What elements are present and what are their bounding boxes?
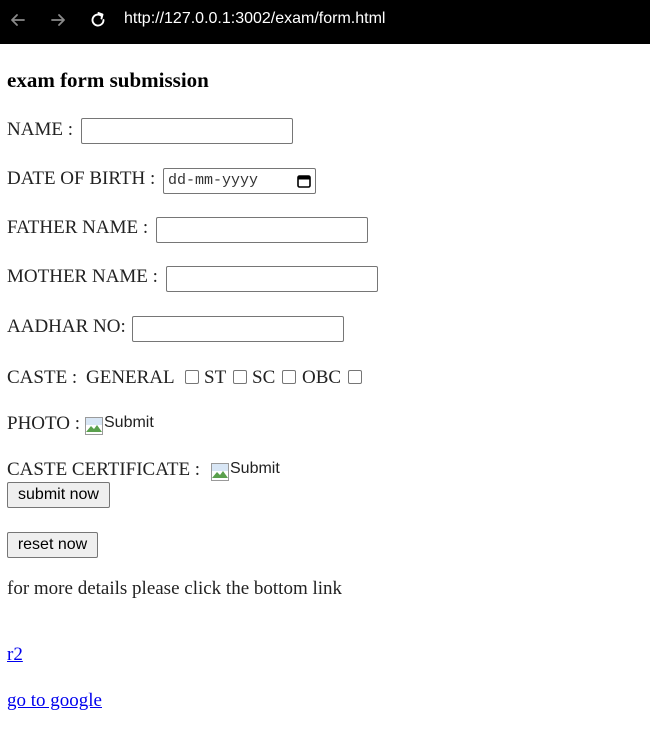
photo-submit-image-button[interactable]: Submit — [84, 414, 154, 436]
caste-st-checkbox[interactable] — [233, 370, 247, 384]
photo-submit-alt: Submit — [104, 414, 154, 431]
page-content: exam form submission NAME : DATE OF BIRT… — [0, 44, 650, 749]
arrow-left-icon[interactable] — [6, 8, 30, 32]
browser-toolbar: http://127.0.0.1:3002/exam/form.html — [0, 0, 650, 44]
caste-option-general-label: GENERAL — [86, 367, 175, 388]
aadhar-label: AADHAR NO: — [7, 316, 126, 337]
caste-certificate-submit-alt: Submit — [230, 460, 280, 477]
details-text: for more details please click the bottom… — [7, 578, 343, 599]
calendar-icon[interactable] — [297, 174, 311, 188]
name-input[interactable] — [81, 118, 293, 144]
arrow-right-icon[interactable] — [46, 8, 70, 32]
reload-icon[interactable] — [86, 8, 110, 32]
broken-image-icon — [85, 417, 103, 435]
reset-button[interactable]: reset now — [7, 532, 98, 558]
mother-name-input[interactable] — [166, 266, 378, 292]
caste-obc-checkbox[interactable] — [348, 370, 362, 384]
dob-input[interactable]: dd-mm-yyyy — [163, 168, 316, 194]
father-name-label: FATHER NAME : — [7, 217, 149, 238]
photo-label: PHOTO : — [7, 413, 81, 434]
dob-placeholder: dd-mm-yyyy — [168, 172, 259, 189]
mother-name-label: MOTHER NAME : — [7, 266, 158, 287]
caste-certificate-submit-image-button[interactable]: Submit — [210, 460, 280, 482]
page-title: exam form submission — [7, 68, 209, 92]
caste-general-checkbox[interactable] — [185, 370, 199, 384]
father-name-input[interactable] — [156, 217, 368, 243]
broken-image-icon — [211, 463, 229, 481]
caste-option-obc-label: OBC — [302, 367, 342, 388]
link-r2[interactable]: r2 — [7, 644, 23, 666]
caste-option-st-label: ST — [204, 367, 227, 388]
name-label: NAME : — [7, 119, 73, 140]
submit-button[interactable]: submit now — [7, 482, 110, 508]
address-bar[interactable]: http://127.0.0.1:3002/exam/form.html — [124, 10, 385, 28]
caste-sc-checkbox[interactable] — [282, 370, 296, 384]
caste-certificate-label: CASTE CERTIFICATE : — [7, 459, 201, 480]
dob-label: DATE OF BIRTH : — [7, 168, 156, 189]
link-go-to-google[interactable]: go to google — [7, 690, 102, 712]
aadhar-input[interactable] — [132, 316, 344, 342]
caste-option-sc-label: SC — [252, 367, 276, 388]
caste-label: CASTE : — [7, 367, 78, 388]
